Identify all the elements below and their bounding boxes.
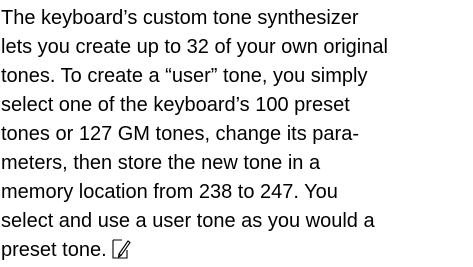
paragraph-line-6: meters, then store the new tone in a [1,152,321,174]
paragraph-line-5: tones or 127 GM tones, change its para- [1,123,359,145]
paragraph-line-3: tones. To create a “user” tone, you simp… [1,65,368,87]
paragraph-line-1: The keyboard’s custom tone synthesizer [1,7,359,29]
paragraph-line-8: select and use a user tone as you would … [1,210,375,232]
note-pencil-icon [112,239,131,259]
paragraph-line-7: memory location from 238 to 247. You [1,181,338,203]
paragraph-line-2: lets you create up to 32 of your own ori… [1,36,388,58]
paragraph-line-9-text: preset tone. [1,239,107,261]
body-paragraph: The keyboard’s custom tone synthesizer l… [1,4,473,265]
document-page: The keyboard’s custom tone synthesizer l… [0,0,473,267]
paragraph-line-4: select one of the keyboard’s 100 preset [1,94,350,116]
paragraph-line-9: preset tone. [1,236,473,265]
